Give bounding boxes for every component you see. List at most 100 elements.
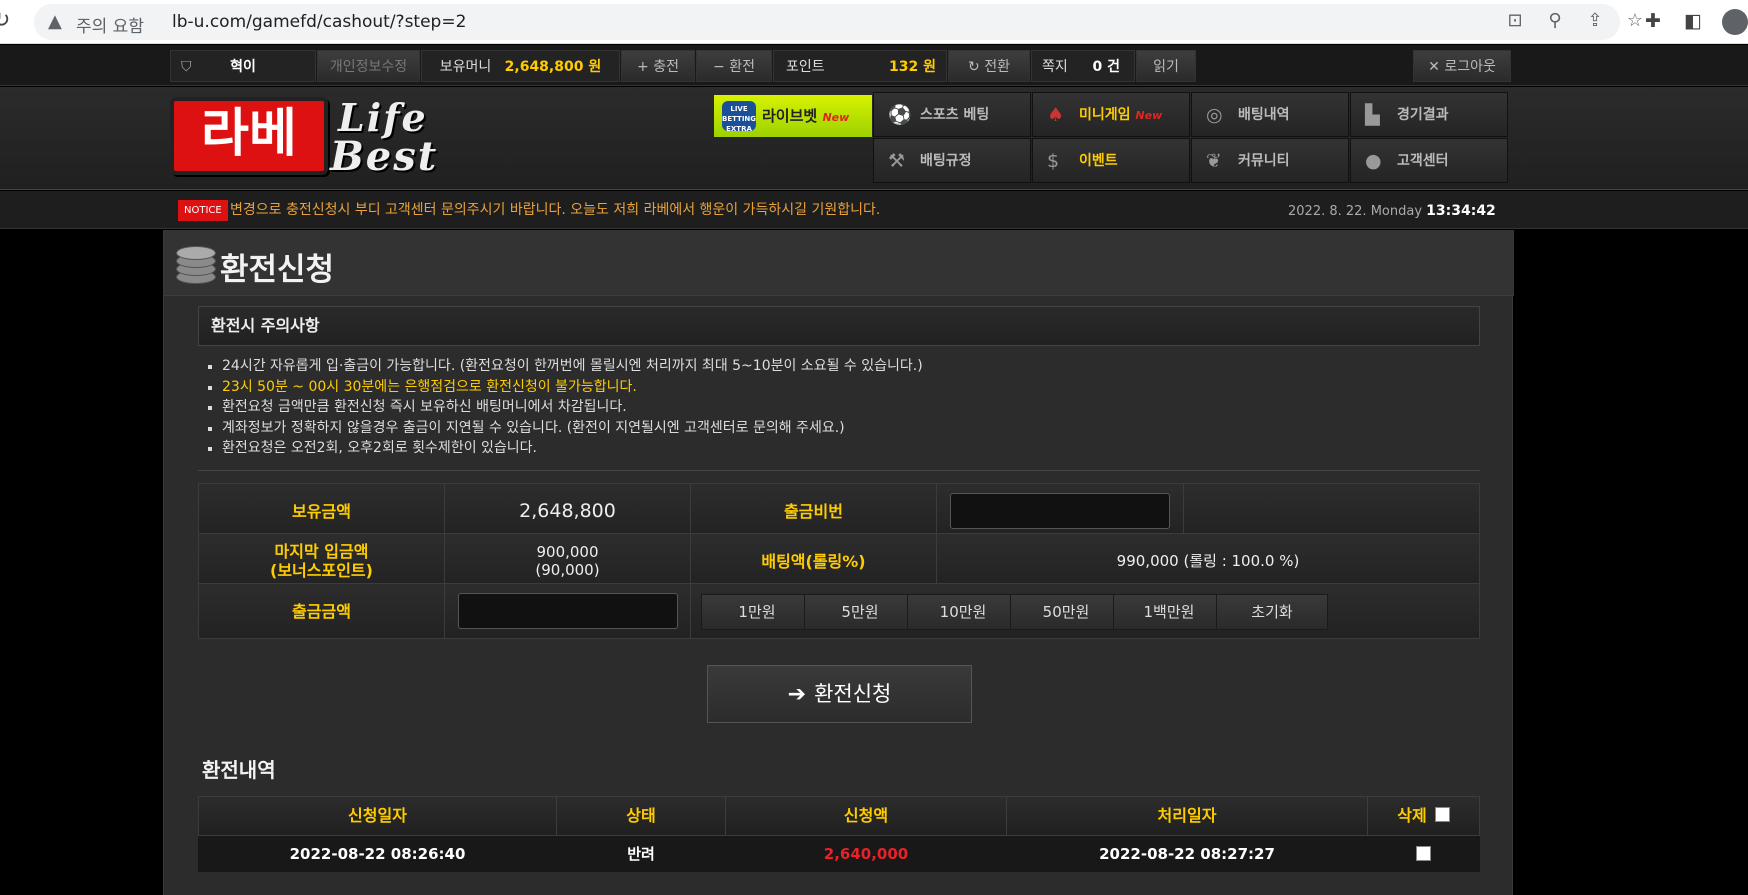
amount-10k-button[interactable]: 1만원 [701,594,813,630]
clock: 2022. 8. 22. Monday 13:34:42 [1288,201,1496,222]
profile-avatar[interactable] [1722,9,1748,35]
read-button[interactable]: 읽기 [1136,50,1196,82]
apple-icon: ● [1365,150,1382,172]
col-processed-date: 처리일자 [1006,796,1368,836]
balance-label: 보유금액 [198,483,445,539]
money-bag-icon: $ [1047,150,1060,172]
nav-label: 배팅규정 [920,153,972,169]
amount-buttons: 1만원 5만원 10만원 50만원 1백만원 초기화 [690,583,1480,639]
nav-label: 커뮤니티 [1238,153,1290,169]
nav-community[interactable]: ❦ 커뮤니티 [1191,138,1349,183]
divider [198,470,1480,471]
soccer-ball-icon: ⚽ [888,104,912,126]
betting-amount-value: 990,000 (롤링 : 100.0 %) [936,533,1480,589]
row-amount: 2,640,000 [823,845,909,863]
amount-50k-button[interactable]: 5만원 [804,594,916,630]
memo-box: 쪽지 0 건 [1031,50,1135,82]
balance-value: 2,648,800 [444,483,691,539]
translate-icon[interactable]: ⊡ [1502,10,1528,34]
zoom-icon[interactable]: ⚲ [1542,10,1568,34]
reload-icon[interactable]: ↻ [0,8,10,33]
withdraw-amount-label: 출금금액 [198,583,445,639]
new-badge: New [1135,109,1163,122]
cards-icon: ♠ [1047,104,1065,126]
last-deposit-label-1: 마지막 입금액 [274,542,369,561]
withdraw-password-cell [936,483,1184,539]
url-text[interactable]: lb-u.com/gamefd/cashout/?step=2 [172,12,466,32]
live-bet-label: 라이브벳 [762,107,818,125]
amount-100k-button[interactable]: 10만원 [907,594,1019,630]
nav-customer-center[interactable]: ● 고객센터 [1350,138,1508,183]
gavel-icon: ⚒ [888,150,906,172]
convert-button[interactable]: ↻ 전환 [948,50,1030,82]
row-request-date: 2022-08-22 08:26:40 [289,845,466,863]
point-value: 132 원 [889,59,936,75]
row-processed-date: 2022-08-22 08:27:27 [1099,845,1275,863]
shield-icon: ⛉ [181,59,192,75]
exchange-button[interactable]: − 환전 [696,50,772,82]
select-all-checkbox[interactable] [1434,807,1450,822]
page-title: 환전신청 [220,252,335,288]
nav-label: 고객센터 [1397,153,1449,169]
row-status: 반려 [627,845,655,863]
withdraw-password-label: 출금비번 [690,483,937,539]
caution-title: 환전시 주의사항 [198,306,1480,346]
warning-icon[interactable]: ▲ [48,11,62,32]
caution-item: 환전요청은 오전2회, 오후2회로 횟수제한이 있습니다. [204,438,1474,459]
col-request-date: 신청일자 [198,796,557,836]
edit-profile-button[interactable]: 개인정보수정 [317,50,420,82]
nav-betting-history[interactable]: ◎ 배팅내역 [1191,92,1349,137]
withdraw-password-input[interactable] [950,493,1170,529]
live-bet-button[interactable]: LIVE BETTING EXTRA 라이브벳 New [714,95,872,137]
nav-event[interactable]: $ 이벤트 [1032,138,1190,183]
new-badge: New [822,111,850,124]
withdraw-amount-cell [444,583,691,639]
caution-item: 계좌정보가 정확하지 않을경우 출금이 지연될 수 있습니다. (환전이 지연될… [204,418,1474,439]
live-betting-extra-icon: LIVE BETTING EXTRA [722,101,756,133]
nav-betting-rules[interactable]: ⚒ 배팅규정 [873,138,1031,183]
point-box: 포인트 132 원 [773,50,947,82]
last-deposit-label-2: (보너스포인트) [270,561,373,580]
amount-500k-button[interactable]: 50만원 [1010,594,1122,630]
clock-time: 13:34:42 [1426,203,1496,219]
nav-label: 배팅내역 [1238,107,1290,123]
nav-label: 미니게임 [1079,107,1131,123]
side-panel-icon[interactable]: ◧ [1680,10,1706,34]
target-icon: ◎ [1206,104,1223,126]
nav-match-results[interactable]: ▙ 경기결과 [1350,92,1508,137]
money-label: 보유머니 [439,59,492,75]
reset-amount-button[interactable]: 초기화 [1216,594,1328,630]
cashout-submit-button[interactable]: ➔ 환전신청 [707,665,972,723]
logout-button[interactable]: ✕ 로그아웃 [1413,50,1511,82]
money-value: 2,648,800 원 [504,59,602,75]
nav-sports-betting[interactable]: ⚽ 스포츠 베팅 [873,92,1031,137]
table-row: 2022-08-22 08:26:40 반려 2,640,000 2022-08… [198,836,1480,872]
user-bar: ⛉ 혁이 개인정보수정 보유머니 2,648,800 원 + 충전 − 환전 포… [0,45,1748,86]
extensions-icon[interactable]: ✚ [1640,10,1666,34]
amount-1m-button[interactable]: 1백만원 [1113,594,1225,630]
betting-amount-label: 배팅액(롤링%) [690,533,937,589]
caution-item: 24시간 자유롭게 입·출금이 가능합니다. (환전요청이 한꺼번에 몰릴시엔 … [204,356,1474,377]
notice-tag: NOTICE [178,200,228,221]
withdraw-amount-input[interactable] [457,593,678,629]
logo-best[interactable]: Best [330,133,438,180]
address-bar[interactable]: ▲ 주의 요함 lb-u.com/gamefd/cashout/?step=2 … [34,4,1643,40]
sign-in-icon: ➔ [787,682,807,707]
memo-label: 쪽지 [1042,59,1068,75]
browser-toolbar: ↻ ▲ 주의 요함 lb-u.com/gamefd/cashout/?step=… [0,0,1748,44]
empty-cell [1183,483,1480,539]
nav-label: 스포츠 베팅 [920,107,990,123]
charge-button[interactable]: + 충전 [621,50,695,82]
clock-date: 2022. 8. 22. Monday [1288,204,1423,219]
memo-value: 0 건 [1092,59,1121,75]
row-delete-cell [1367,836,1480,872]
col-delete-label: 삭제 [1397,806,1427,825]
row-delete-checkbox[interactable] [1416,845,1431,861]
money-box: 보유머니 2,648,800 원 [421,50,620,82]
logo-korean[interactable]: 라베 [170,97,328,175]
notice-marquee[interactable]: 변경으로 충전신청시 부디 고객센터 문의주시기 바랍니다. 오늘도 저희 라베… [230,200,880,220]
nav-minigame[interactable]: ♠ 미니게임 New [1032,92,1190,137]
share-icon[interactable]: ⇪ [1582,10,1608,34]
security-label[interactable]: 주의 요함 [76,12,144,37]
history-table-header: 신청일자 상태 신청액 처리일자 삭제 [198,796,1480,836]
